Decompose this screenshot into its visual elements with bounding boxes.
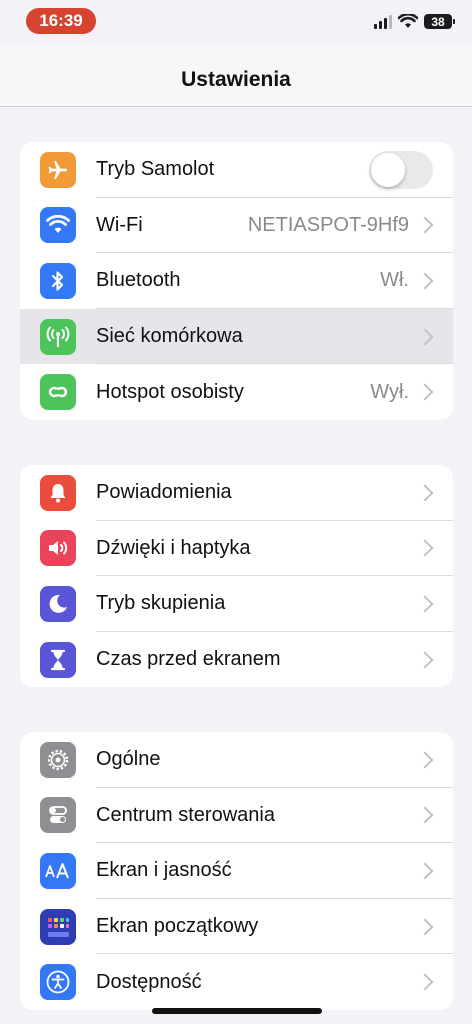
chevron-right-icon xyxy=(416,862,434,880)
moon-icon xyxy=(40,585,76,622)
text-size-icon xyxy=(40,852,76,889)
row-bluetooth[interactable]: Bluetooth Wł. xyxy=(20,253,453,309)
page-title: Ustawienia xyxy=(181,68,291,91)
chevron-right-icon xyxy=(416,328,434,346)
row-accessibility[interactable]: Dostępność xyxy=(20,954,453,1010)
status-bar: 16:39 38 xyxy=(0,0,472,44)
row-label: Tryb Samolot xyxy=(96,158,215,181)
row-label: Dostępność xyxy=(96,970,202,993)
hourglass-icon xyxy=(40,641,76,678)
bell-icon xyxy=(40,474,76,511)
row-label: Dźwięki i haptyka xyxy=(96,536,251,559)
home-grid-icon xyxy=(40,908,76,945)
row-control-center[interactable]: Centrum sterowania xyxy=(20,788,453,844)
row-screen-time[interactable]: Czas przed ekranem xyxy=(20,632,453,688)
row-label: Sieć komórkowa xyxy=(96,325,243,348)
bluetooth-icon xyxy=(40,262,76,299)
cellular-signal-icon xyxy=(374,14,392,29)
row-label: Wi-Fi xyxy=(96,213,143,236)
row-label: Czas przed ekranem xyxy=(96,648,281,671)
antenna-icon xyxy=(40,318,76,355)
chevron-right-icon xyxy=(416,918,434,936)
row-label: Hotspot osobisty xyxy=(96,380,244,403)
row-label: Ekran i jasność xyxy=(96,859,232,882)
chevron-right-icon xyxy=(416,216,434,234)
row-hotspot[interactable]: Hotspot osobisty Wył. xyxy=(20,364,453,420)
chevron-right-icon xyxy=(416,806,434,824)
status-icons: 38 xyxy=(374,14,455,29)
row-label: Bluetooth xyxy=(96,269,181,292)
navigation-bar: Ustawienia xyxy=(0,44,472,107)
row-cellular[interactable]: Sieć komórkowa xyxy=(20,308,453,365)
row-home-screen[interactable]: Ekran początkowy xyxy=(20,899,453,955)
row-label: Ogólne xyxy=(96,748,161,771)
row-label: Tryb skupienia xyxy=(96,592,226,615)
hotspot-icon xyxy=(40,374,76,411)
gear-icon xyxy=(40,741,76,778)
row-value: Wył. xyxy=(370,380,409,403)
chevron-right-icon xyxy=(416,539,434,557)
row-wifi[interactable]: Wi-Fi NETIASPOT-9Hf9 xyxy=(20,198,453,254)
wifi-icon xyxy=(40,207,76,244)
switches-icon xyxy=(40,797,76,834)
row-general[interactable]: Ogólne xyxy=(20,732,453,788)
home-indicator[interactable] xyxy=(152,1008,322,1014)
chevron-right-icon xyxy=(416,751,434,769)
toggle-knob xyxy=(371,152,405,187)
airplane-mode-toggle[interactable] xyxy=(369,150,433,189)
row-value: Wł. xyxy=(380,269,409,292)
chevron-right-icon xyxy=(416,973,434,991)
status-time: 16:39 xyxy=(26,8,96,34)
row-label: Centrum sterowania xyxy=(96,803,275,826)
battery-icon: 38 xyxy=(424,14,455,29)
row-label: Ekran początkowy xyxy=(96,915,259,938)
row-label: Powiadomienia xyxy=(96,481,232,504)
chevron-right-icon xyxy=(416,595,434,613)
row-airplane-mode[interactable]: Tryb Samolot xyxy=(20,142,453,198)
chevron-right-icon xyxy=(416,272,434,290)
chevron-right-icon xyxy=(416,383,434,401)
row-focus[interactable]: Tryb skupienia xyxy=(20,576,453,632)
settings-group-general: Ogólne Centrum sterowania Ekran i jasnoś… xyxy=(20,732,453,1010)
airplane-icon xyxy=(40,151,76,188)
row-display-brightness[interactable]: Ekran i jasność xyxy=(20,843,453,899)
speaker-icon xyxy=(40,530,76,567)
settings-group-notifications: Powiadomienia Dźwięki i haptyka Tryb sku… xyxy=(20,465,453,688)
settings-group-connectivity: Tryb Samolot Wi-Fi NETIASPOT-9Hf9 Blueto… xyxy=(20,142,453,420)
chevron-right-icon xyxy=(416,651,434,669)
row-sounds-haptics[interactable]: Dźwięki i haptyka xyxy=(20,521,453,577)
accessibility-icon xyxy=(40,964,76,1001)
row-value: NETIASPOT-9Hf9 xyxy=(247,213,409,236)
wifi-status-icon xyxy=(398,14,418,28)
chevron-right-icon xyxy=(416,484,434,502)
row-notifications[interactable]: Powiadomienia xyxy=(20,465,453,521)
